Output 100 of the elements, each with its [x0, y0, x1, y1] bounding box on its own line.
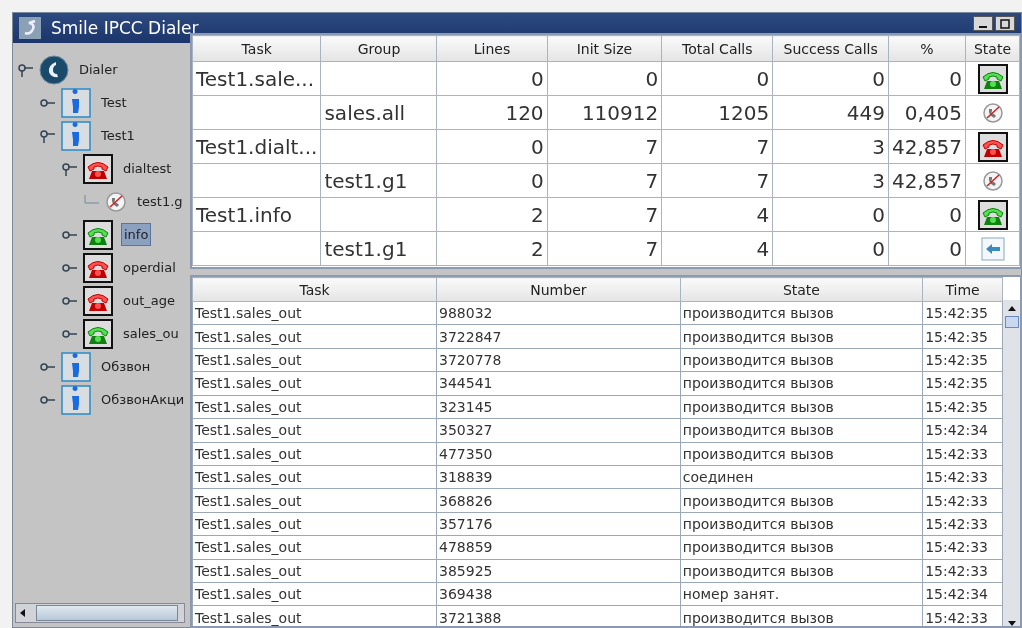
table-cell: 2 [530, 202, 544, 227]
table-cell: 7 [756, 134, 770, 159]
column-header[interactable]: Task [192, 277, 437, 302]
expanded-handle-icon[interactable] [39, 128, 57, 143]
table-cell: 369438 [439, 586, 493, 603]
table-cell: 4 [756, 236, 770, 261]
tree-item[interactable]: ОбзвонАкци [99, 389, 187, 410]
table-cell: 7 [756, 168, 770, 193]
column-header[interactable]: State [680, 277, 923, 302]
table-cell: 15:42:33 [925, 516, 988, 532]
table-cell: Test1.sales_out [195, 609, 302, 626]
table-cell: 449 [846, 100, 886, 125]
table-cell: 15:42:33 [925, 609, 988, 626]
table-cell: 323145 [439, 398, 493, 415]
window-title: Smile IPCC Dialer [51, 18, 199, 38]
column-header[interactable]: Task [192, 35, 321, 62]
table-cell: производится вызов [682, 305, 834, 322]
table-cell: Test1.sales_out [195, 539, 302, 556]
tree-item[interactable]: out_age [121, 290, 177, 311]
table-cell: 42,857 [892, 134, 962, 159]
table-cell: производится вызов [682, 562, 834, 579]
table-cell: test1.g1 [324, 236, 408, 261]
person-icon [61, 120, 91, 151]
table-cell: 0 [530, 168, 544, 193]
minimize-button[interactable] [973, 16, 993, 31]
table-cell: 7 [645, 134, 659, 159]
table-cell: 120 [505, 100, 544, 125]
column-header[interactable]: Group [320, 35, 437, 62]
scrollbar-thumb[interactable] [1004, 316, 1019, 328]
column-header[interactable]: % [888, 35, 966, 62]
table-cell: 385925 [439, 562, 493, 579]
app-icon [19, 17, 41, 39]
expanded-handle-icon[interactable] [61, 161, 79, 176]
tree-item[interactable]: dialtest [121, 158, 174, 179]
column-header[interactable]: Number [436, 277, 681, 302]
maximize-icon [1000, 18, 1010, 29]
table-cell: производится вызов [682, 398, 834, 415]
table-cell: 15:42:34 [925, 422, 988, 439]
tree-item[interactable]: sales_ou [121, 323, 181, 344]
table-cell: 368826 [439, 492, 493, 509]
crossed-phone-icon [981, 101, 1004, 124]
table-cell: 0 [949, 236, 962, 261]
tree-item[interactable]: operdial [121, 257, 178, 278]
column-header[interactable]: Time [922, 277, 1003, 302]
phone-icon [83, 285, 113, 316]
table-cell: 0 [530, 66, 544, 91]
maximize-button[interactable] [995, 16, 1015, 31]
table-cell: 15:42:35 [925, 328, 988, 345]
table-cell: 3720778 [439, 352, 502, 369]
table-cell: 15:42:33 [925, 562, 988, 579]
horizontal-scrollbar[interactable] [15, 603, 185, 623]
table-cell: 15:42:33 [925, 469, 988, 486]
tree-item[interactable]: Dialer [77, 59, 120, 80]
table-cell: 477350 [439, 445, 493, 462]
table-cell: 318839 [439, 469, 493, 486]
table-cell: Test1.sales_out [195, 469, 302, 486]
tree-item[interactable]: Test [99, 92, 129, 113]
column-header[interactable]: Success Calls [772, 35, 889, 62]
person-icon [61, 384, 91, 415]
table-cell: Test1.sales_out [195, 516, 302, 532]
scrollbar-thumb[interactable] [36, 605, 178, 621]
table-cell: Test1.sales_out [195, 398, 302, 415]
tree-item[interactable]: Test1 [99, 125, 137, 146]
vertical-scrollbar[interactable] [1003, 300, 1020, 626]
phone-icon [977, 131, 1008, 162]
table-cell: Test1.sales_out [195, 328, 302, 345]
expanded-handle-icon[interactable] [17, 62, 35, 77]
table-cell: 478859 [439, 539, 493, 556]
table-cell: 3 [872, 168, 886, 193]
table-cell: 0 [645, 66, 659, 91]
column-header[interactable]: Total Calls [661, 35, 773, 62]
table-cell: 0 [872, 202, 886, 227]
tree-item[interactable]: test1.g [135, 191, 185, 212]
column-header[interactable]: Lines [437, 35, 548, 62]
table-cell: 0,405 [904, 100, 962, 125]
table-cell: производится вызов [682, 445, 834, 462]
table-cell: Test1.sale... [196, 66, 315, 91]
dialer-icon [39, 54, 69, 85]
table-cell: производится вызов [682, 375, 834, 392]
table-cell: 0 [872, 66, 886, 91]
table-cell: Test1.sales_out [195, 492, 302, 509]
table-cell: 2 [530, 236, 544, 261]
table-cell: 344541 [439, 375, 493, 392]
tree-item[interactable]: info [121, 223, 152, 246]
column-header[interactable]: Init Size [547, 35, 662, 62]
table-cell: 110912 [581, 100, 659, 125]
column-header[interactable]: State [965, 35, 1020, 62]
table-cell: test1.g1 [324, 168, 408, 193]
table-cell: Test1.sales_out [195, 445, 302, 462]
table-cell: Test1.sales_out [195, 375, 302, 392]
table-cell: 15:42:33 [925, 539, 988, 556]
table-cell: Test1.sales_out [195, 305, 302, 322]
table-cell: 15:42:33 [925, 492, 988, 509]
person-icon [61, 87, 91, 118]
table-cell: 15:42:35 [925, 398, 988, 415]
table-cell: производится вызов [682, 609, 834, 626]
phone-icon [83, 153, 113, 184]
table-cell: 357176 [439, 516, 493, 532]
phone-icon [977, 63, 1008, 94]
tree-item[interactable]: Обзвон [99, 356, 153, 377]
